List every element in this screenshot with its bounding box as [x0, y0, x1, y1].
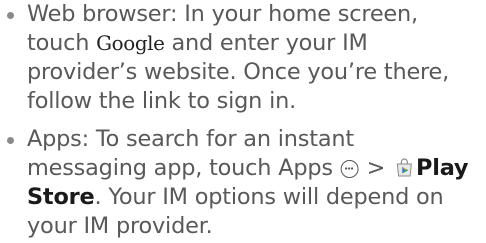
- text-line: messaging app, touch Apps > Play: [27, 154, 484, 183]
- text-segment: touch: [27, 30, 97, 56]
- text-line: follow the link to sign in.: [27, 88, 297, 114]
- list-item: Web browser: In your home screen, touch …: [0, 0, 486, 116]
- text-line: touch Google and enter your IM: [27, 29, 484, 58]
- text-segment: and enter your IM: [164, 30, 368, 56]
- text-line: Store. Your IM options will depend on: [27, 183, 484, 212]
- bullet-icon: [7, 137, 14, 144]
- text-segment: messaging app, touch Apps: [27, 155, 340, 181]
- text-segment: >: [359, 155, 393, 181]
- bold-text: Store: [27, 184, 95, 210]
- bullet-icon: [7, 12, 14, 19]
- text-line: Web browser: In your home screen,: [27, 1, 418, 27]
- instruction-list: Web browser: In your home screen, touch …: [0, 0, 486, 241]
- page: Web browser: In your home screen, touch …: [0, 0, 486, 243]
- text-segment: . Your IM options will depend on: [94, 184, 444, 210]
- text-line: provider’s website. Once you’re there,: [27, 59, 450, 85]
- bold-text: Play: [416, 155, 469, 181]
- text-line: your IM provider.: [27, 213, 213, 239]
- text-line: Apps: To search for an instant: [27, 126, 354, 152]
- apps-icon: [340, 160, 359, 178]
- list-item: Apps: To search for an instant messaging…: [0, 125, 486, 241]
- google-wordmark: Google: [96, 31, 165, 55]
- play-store-icon: [396, 158, 412, 177]
